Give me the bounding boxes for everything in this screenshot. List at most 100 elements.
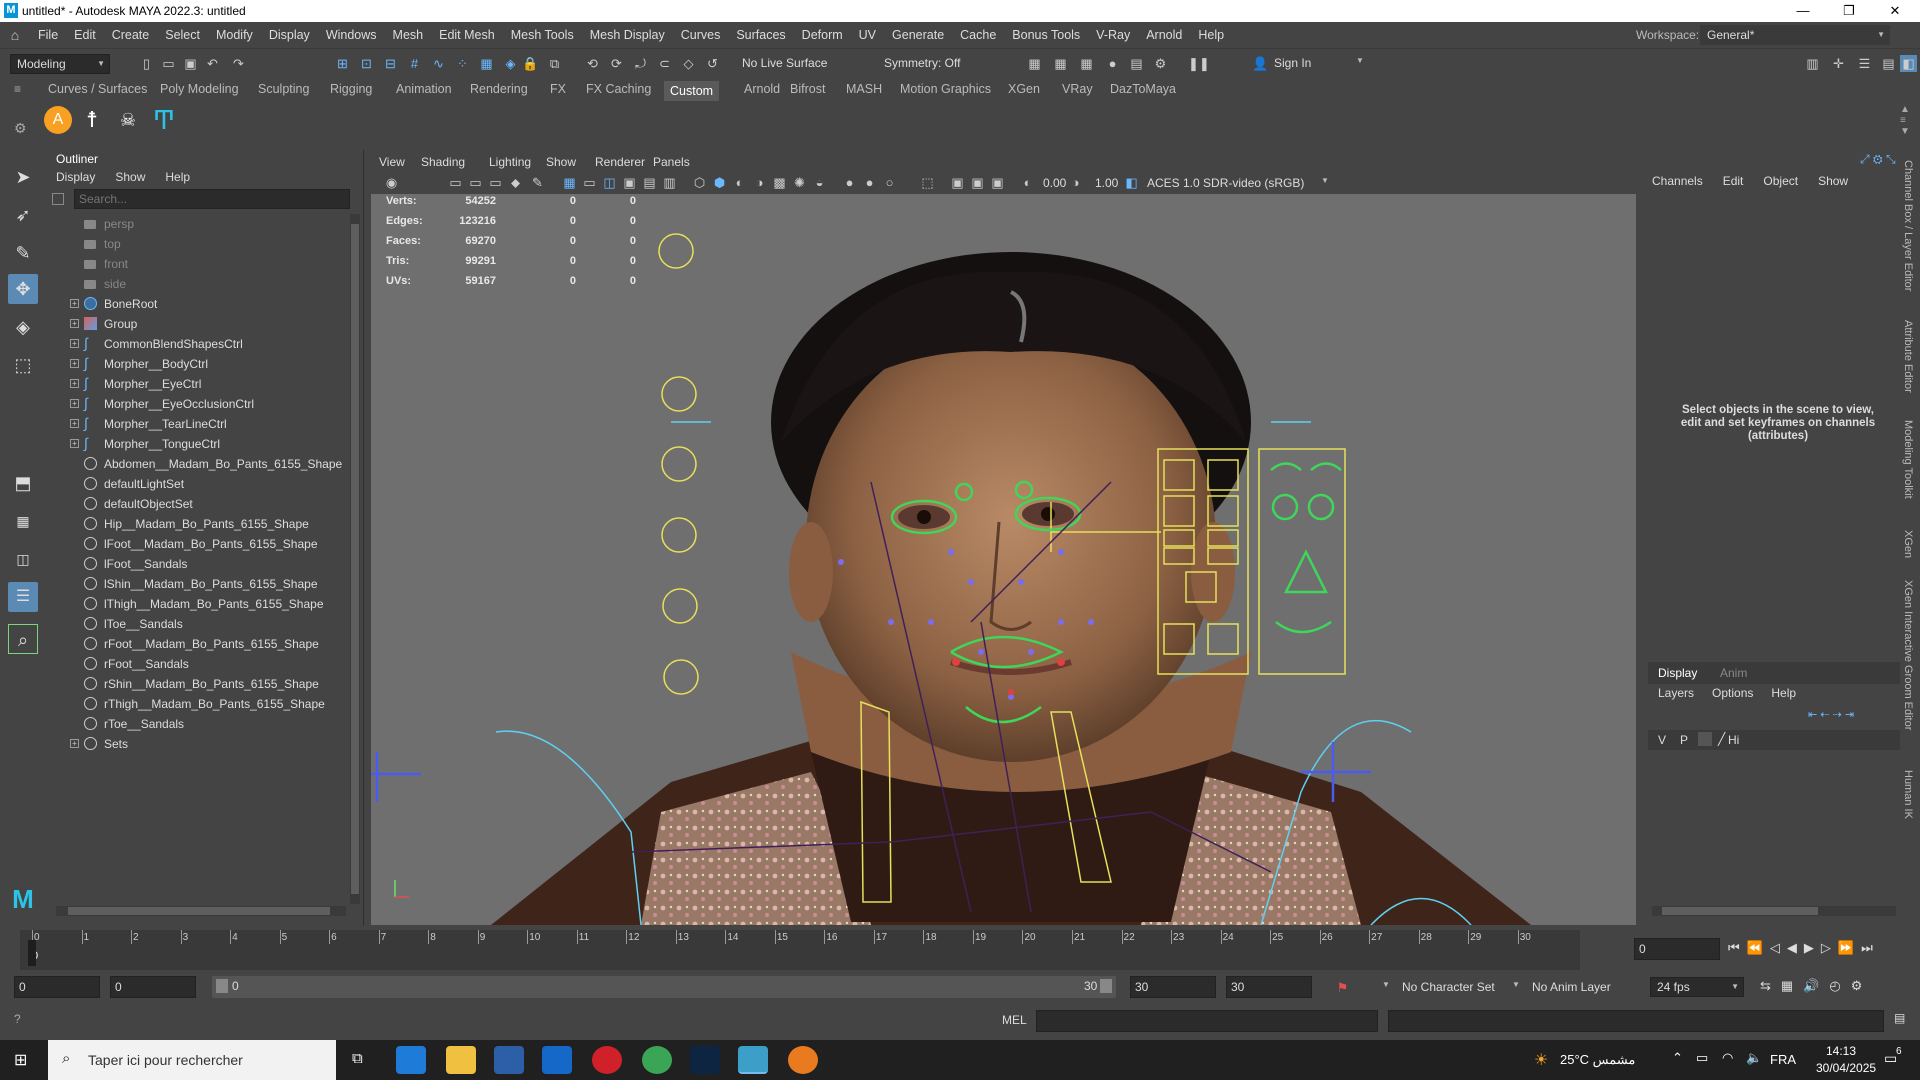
taskbar-search-box[interactable]: ⌕ Taper ici pour rechercher bbox=[48, 1040, 336, 1080]
expand-icon[interactable]: + bbox=[70, 299, 79, 308]
outliner-item[interactable]: persp bbox=[46, 214, 346, 234]
outliner-item[interactable]: + ∫ Morpher__TearLineCtrl bbox=[46, 414, 346, 434]
layout-3-icon[interactable]: ☰ bbox=[1856, 55, 1873, 72]
menu-v-ray[interactable]: V-Ray bbox=[1088, 28, 1138, 42]
menu-select[interactable]: Select bbox=[157, 28, 208, 42]
language-indicator[interactable]: FRA bbox=[1770, 1052, 1796, 1067]
playback-controls[interactable]: ⏮⏪◁◀▶▷⏩⏭ bbox=[1728, 940, 1880, 956]
channel-menu-show[interactable]: Show bbox=[1818, 174, 1848, 188]
playback-start-field[interactable]: 0 bbox=[110, 976, 196, 998]
menu-display[interactable]: Display bbox=[261, 28, 318, 42]
menu-modify[interactable]: Modify bbox=[208, 28, 261, 42]
snap-point-icon[interactable]: ⁘ bbox=[454, 55, 471, 72]
expand-icon[interactable]: + bbox=[70, 319, 79, 328]
character-set-icon[interactable]: ⚑ bbox=[1334, 979, 1351, 996]
smooth-shade-icon[interactable]: ⬢ bbox=[711, 174, 728, 191]
shelf-settings-icon[interactable]: ⚙ bbox=[14, 120, 27, 137]
isolate-select-icon[interactable]: ⬚ bbox=[919, 174, 936, 191]
pause-icon[interactable]: ❚❚ bbox=[1188, 55, 1210, 72]
menu-mesh[interactable]: Mesh bbox=[385, 28, 432, 42]
two-view-icon[interactable]: ◫ bbox=[8, 544, 38, 574]
shelf-tab-motion-graphics[interactable]: Motion Graphics bbox=[900, 82, 991, 96]
history-icon[interactable]: ⧉ bbox=[546, 55, 563, 72]
render-settings-icon[interactable]: ▦ bbox=[1078, 55, 1095, 72]
color-space-dropdown-icon[interactable]: ▼ bbox=[1321, 176, 1329, 185]
outliner-item[interactable]: rThigh__Madam_Bo_Pants_6155_Shape bbox=[46, 694, 346, 714]
shelf-menu-icon[interactable]: ≡ bbox=[14, 82, 21, 96]
reflection-icon[interactable]: ↺ bbox=[704, 55, 721, 72]
use-all-lights-icon[interactable]: ▩ bbox=[771, 174, 788, 191]
live-surface-label[interactable]: No Live Surface bbox=[742, 56, 827, 70]
gamma-value[interactable]: 1.00 bbox=[1095, 176, 1118, 190]
workspace-dropdown[interactable]: General* bbox=[1700, 25, 1890, 45]
character-set-dropdown-icon[interactable]: ▼ bbox=[1382, 980, 1390, 989]
expand-icon[interactable]: + bbox=[70, 359, 79, 368]
weather-label[interactable]: 25°C مشمس bbox=[1560, 1052, 1635, 1068]
shelf-tab-custom[interactable]: Custom bbox=[664, 81, 720, 101]
current-frame-field[interactable]: 0 bbox=[1634, 938, 1720, 960]
outliner-layout-icon[interactable]: ☰ bbox=[8, 582, 38, 612]
outliner-item[interactable]: + Sets bbox=[46, 734, 346, 754]
menu-arnold[interactable]: Arnold bbox=[1138, 28, 1190, 42]
script-language-label[interactable]: MEL bbox=[1002, 1013, 1027, 1027]
snap-live-icon[interactable]: ◈ bbox=[502, 55, 519, 72]
lock-icon[interactable]: 🔒 bbox=[522, 55, 539, 72]
open-scene-icon[interactable]: ▭ bbox=[160, 55, 177, 72]
outliner-item[interactable]: rFoot__Madam_Bo_Pants_6155_Shape bbox=[46, 634, 346, 654]
outliner-item[interactable]: rFoot__Sandals bbox=[46, 654, 346, 674]
safe-action-icon[interactable]: ▥ bbox=[661, 174, 678, 191]
outliner-item[interactable]: + ∫ Morpher__BodyCtrl bbox=[46, 354, 346, 374]
layer-tools-icons[interactable]: ⇤ ⇠ ⇢ ⇥ bbox=[1808, 708, 1854, 721]
construction-history-icon[interactable]: ⤾ bbox=[632, 55, 649, 72]
grease-pencil-icon[interactable]: ✎ bbox=[529, 174, 546, 191]
playback-end-field[interactable]: 30 bbox=[1130, 976, 1216, 998]
outliner-item[interactable]: + ∫ Morpher__EyeOcclusionCtrl bbox=[46, 394, 346, 414]
xray-joints-icon[interactable]: ▣ bbox=[989, 174, 1006, 191]
magnet-icon[interactable]: ⊂ bbox=[656, 55, 673, 72]
symmetry-label[interactable]: Symmetry: Off bbox=[884, 56, 960, 70]
shelf-tab-fx[interactable]: FX bbox=[550, 82, 566, 96]
command-input[interactable] bbox=[1036, 1010, 1378, 1032]
side-tab-modeling-toolkit[interactable]: Modeling Toolkit bbox=[1902, 420, 1914, 499]
fps-dropdown[interactable]: 24 fps bbox=[1650, 977, 1744, 997]
outliner-item[interactable]: lFoot__Sandals bbox=[46, 554, 346, 574]
redo-icon[interactable]: ↷ bbox=[230, 55, 247, 72]
depth-of-field-icon[interactable]: ○ bbox=[881, 174, 898, 191]
outliner-item[interactable]: Hip__Madam_Bo_Pants_6155_Shape bbox=[46, 514, 346, 534]
shelf-tab-vray[interactable]: VRay bbox=[1062, 82, 1093, 96]
shelf-tab-rigging[interactable]: Rigging bbox=[330, 82, 372, 96]
layout-icon[interactable]: ▥ bbox=[1804, 55, 1821, 72]
menu-mesh-display[interactable]: Mesh Display bbox=[582, 28, 673, 42]
outliner-item[interactable]: top bbox=[46, 234, 346, 254]
outliner-hscroll[interactable] bbox=[56, 906, 346, 916]
outliner-menu-display[interactable]: Display bbox=[56, 170, 95, 184]
ipr-render-icon[interactable]: ▦ bbox=[1052, 55, 1069, 72]
sign-in-dropdown-icon[interactable]: ▼ bbox=[1356, 56, 1364, 65]
outliner-item[interactable]: + Group bbox=[46, 314, 346, 334]
range-slider-bar[interactable]: 0 30 bbox=[212, 976, 1116, 998]
menu-mesh-tools[interactable]: Mesh Tools bbox=[503, 28, 582, 42]
tray-app-icon[interactable]: ▭ bbox=[1696, 1050, 1708, 1066]
expand-icon[interactable]: + bbox=[70, 379, 79, 388]
outliner-item[interactable]: lToe__Sandals bbox=[46, 614, 346, 634]
outliner-item[interactable]: defaultObjectSet bbox=[46, 494, 346, 514]
clock-date[interactable]: 30/04/2025 bbox=[1816, 1061, 1876, 1075]
xray-active-icon[interactable]: ▣ bbox=[969, 174, 986, 191]
outliner-item[interactable]: lShin__Madam_Bo_Pants_6155_Shape bbox=[46, 574, 346, 594]
render-current-icon[interactable]: ▦ bbox=[1026, 55, 1043, 72]
photoshop-icon[interactable] bbox=[690, 1046, 720, 1074]
shadows-icon[interactable]: ✺ bbox=[791, 174, 808, 191]
layout-4-icon[interactable]: ▤ bbox=[1880, 55, 1897, 72]
menu-bonus-tools[interactable]: Bonus Tools bbox=[1004, 28, 1088, 42]
outliner-item[interactable]: defaultLightSet bbox=[46, 474, 346, 494]
viewport-menu-shading[interactable]: Shading bbox=[421, 155, 465, 169]
sign-in-button[interactable]: Sign In bbox=[1274, 56, 1311, 70]
menu-edit[interactable]: Edit bbox=[66, 28, 104, 42]
textured-icon[interactable]: ◑ bbox=[751, 174, 768, 191]
home-icon[interactable]: ⌂ bbox=[0, 27, 30, 43]
wireframe-on-shaded-icon[interactable]: ◐ bbox=[731, 174, 748, 191]
figure-shelf-icon[interactable]: ☨ bbox=[78, 104, 106, 136]
outliner-item[interactable]: rShin__Madam_Bo_Pants_6155_Shape bbox=[46, 674, 346, 694]
wifi-icon[interactable]: ◠ bbox=[1722, 1050, 1733, 1066]
move-tool-icon[interactable]: ✥ bbox=[8, 274, 38, 304]
